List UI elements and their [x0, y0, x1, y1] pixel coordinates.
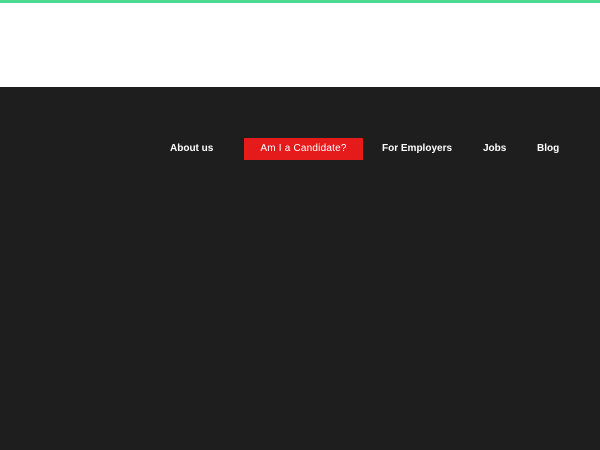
nav-item-for-employers[interactable]: For Employers: [382, 138, 452, 160]
page: About us Am I a Candidate? For Employers…: [0, 0, 600, 450]
nav-item-about-us[interactable]: About us: [170, 138, 213, 160]
main-navigation: About us Am I a Candidate? For Employers…: [0, 138, 600, 160]
nav-item-blog[interactable]: Blog: [537, 138, 559, 160]
nav-item-jobs[interactable]: Jobs: [483, 138, 506, 160]
nav-item-am-i-a-candidate[interactable]: Am I a Candidate?: [244, 138, 363, 160]
header-white-strip: [0, 3, 600, 87]
